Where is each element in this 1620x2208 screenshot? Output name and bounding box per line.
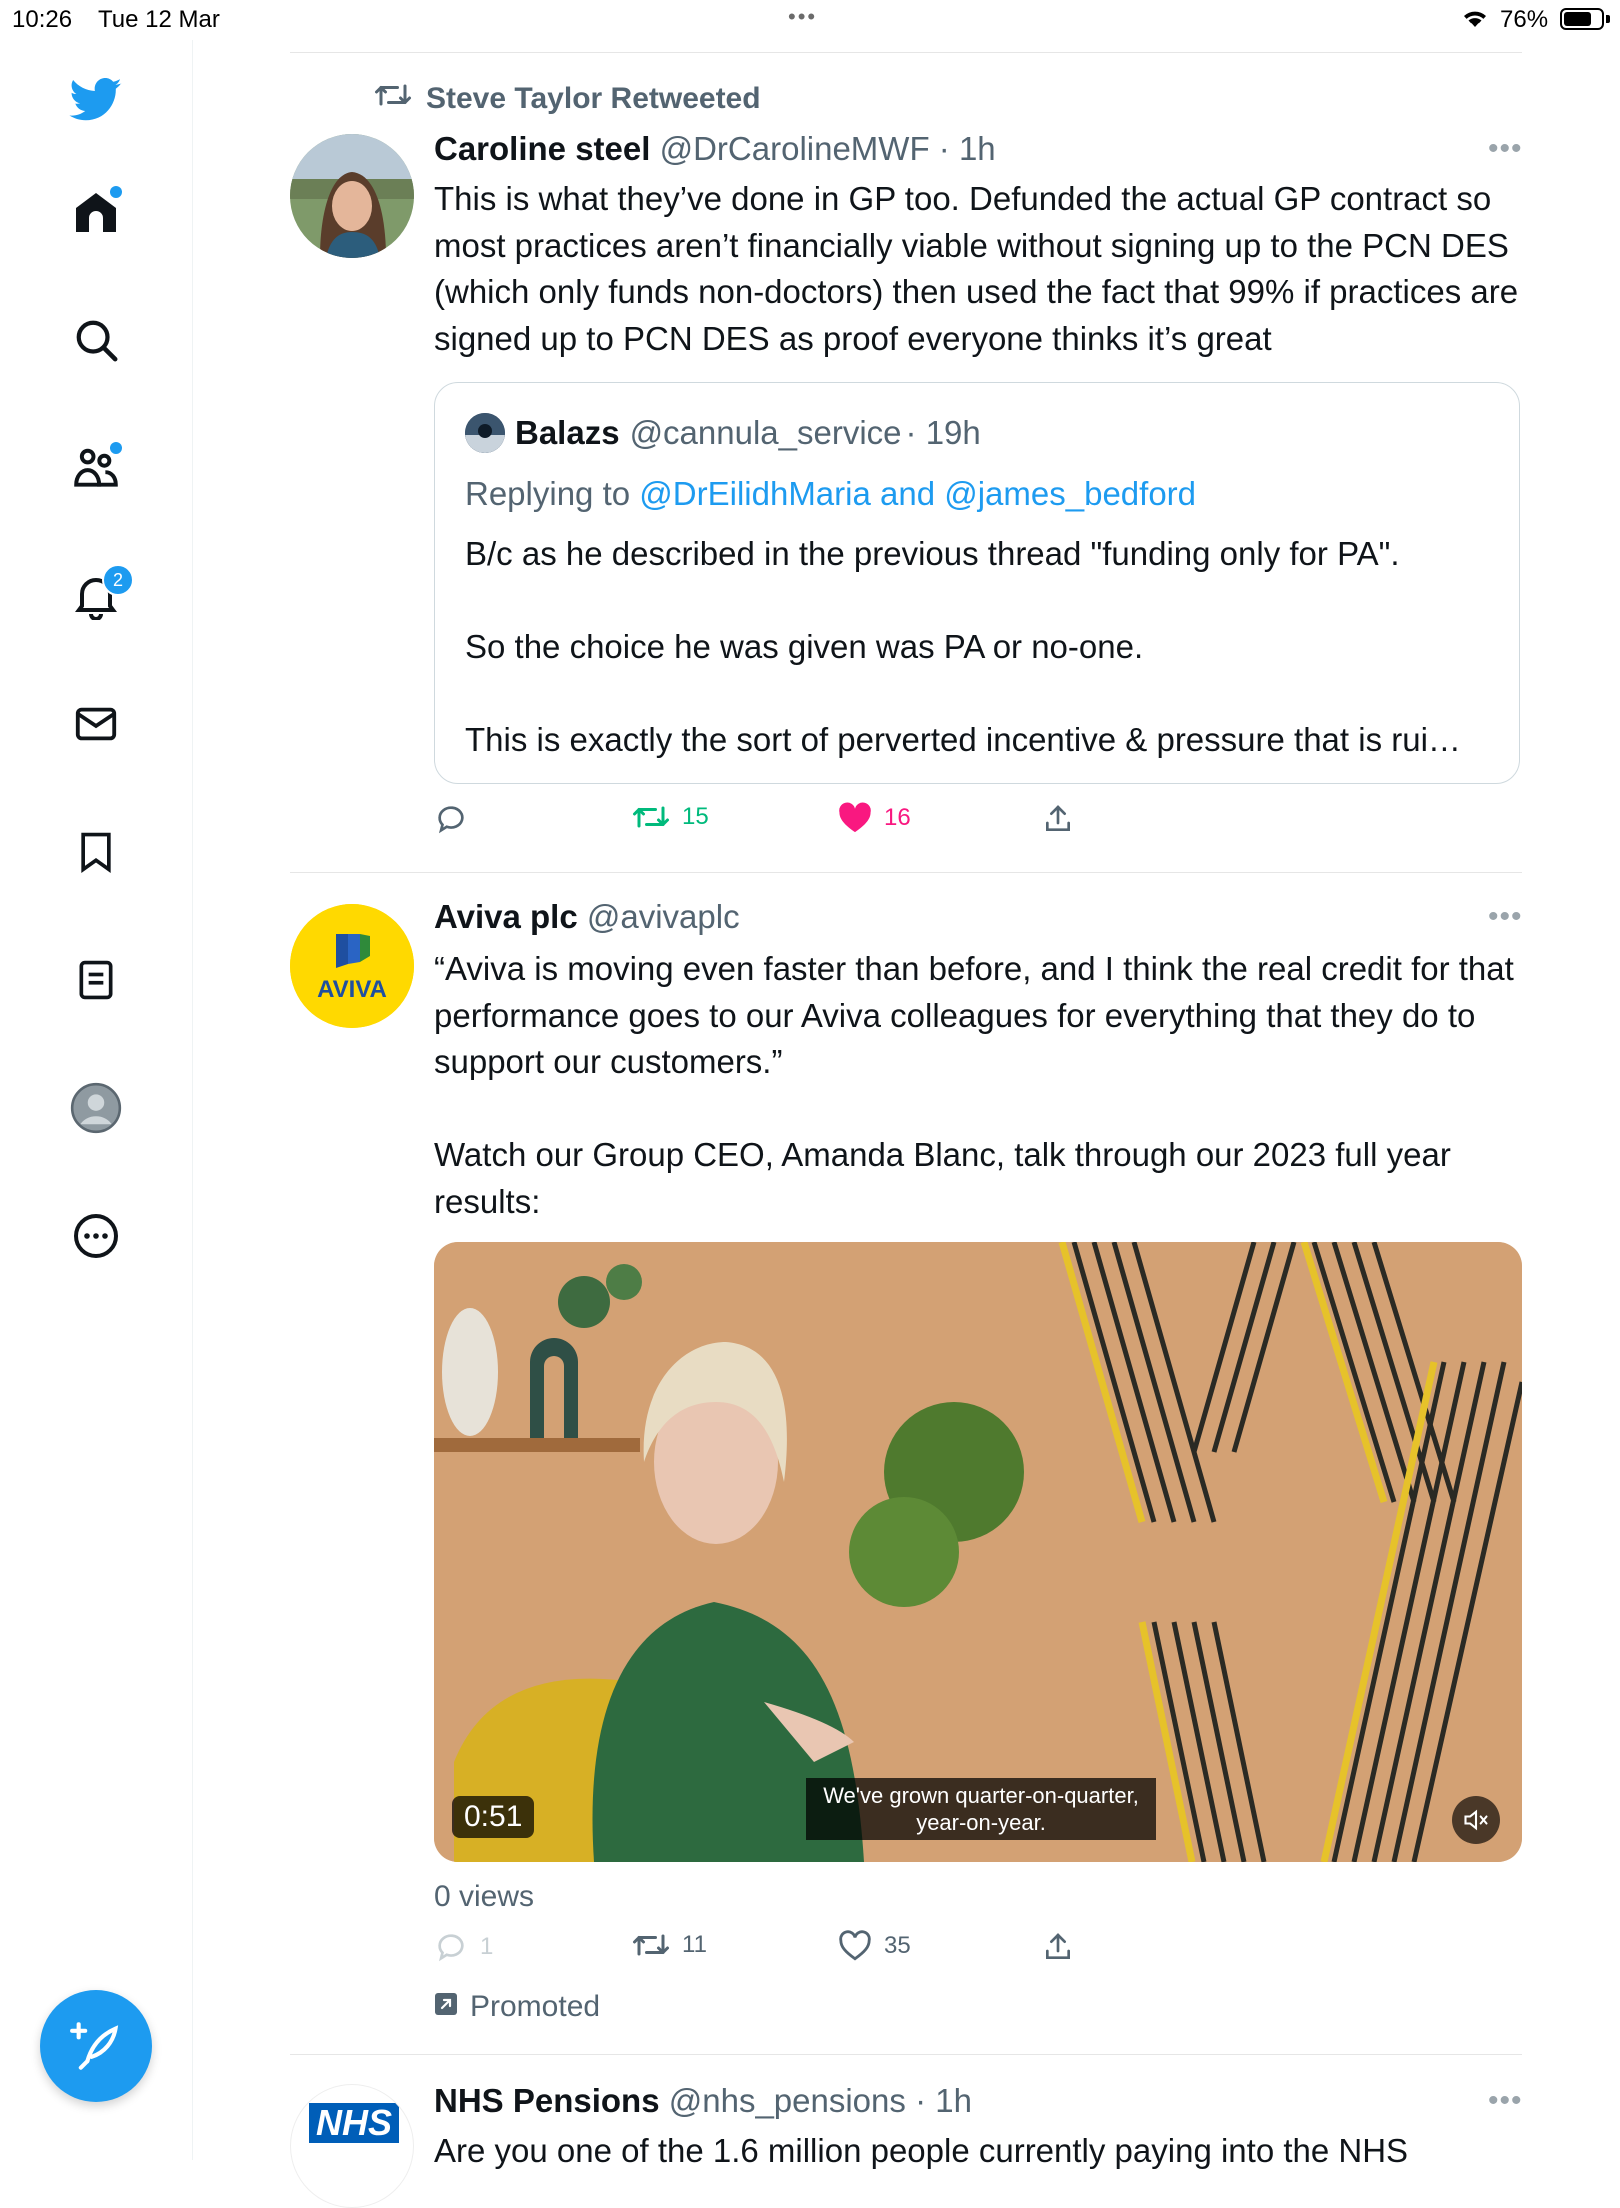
reply-button[interactable] xyxy=(434,802,468,836)
like-button[interactable]: 16 xyxy=(838,802,911,834)
retweet-button[interactable]: 15 xyxy=(632,802,709,832)
tweet-divider xyxy=(290,872,1522,873)
promoted-icon xyxy=(434,1990,458,2024)
more-options-icon[interactable]: ••• xyxy=(1488,900,1523,934)
retweet-count: 11 xyxy=(682,1931,707,1958)
list-icon[interactable] xyxy=(66,950,126,1010)
quoted-author-name: Balazs xyxy=(515,414,620,451)
sidebar: 2 xyxy=(0,40,193,2160)
retweet-context[interactable]: Steve Taylor Retweeted xyxy=(374,80,761,118)
home-icon[interactable] xyxy=(66,182,126,242)
caroline-avatar[interactable] xyxy=(290,134,414,258)
quoted-tweet[interactable]: Balazs @cannula_service · 19h Replying t… xyxy=(434,382,1520,784)
profile-avatar-icon[interactable] xyxy=(66,1078,126,1138)
promoted-text: Promoted xyxy=(470,1990,601,2023)
tweet-time[interactable]: · 1h xyxy=(915,2082,972,2119)
bell-icon[interactable]: 2 xyxy=(66,564,134,626)
multitasking-dots-icon[interactable]: ••• xyxy=(788,4,817,30)
balazs-avatar[interactable] xyxy=(465,413,505,453)
bookmark-icon[interactable] xyxy=(66,822,126,882)
retweet-button[interactable]: 11 xyxy=(632,1930,707,1960)
compose-tweet-button[interactable] xyxy=(40,1990,152,2102)
tweet-header: Caroline steel @DrCarolineMWF · 1h xyxy=(434,130,996,168)
replying-to-prefix: Replying to xyxy=(465,475,631,512)
like-button[interactable]: 35 xyxy=(838,1930,911,1962)
share-button[interactable] xyxy=(1042,1930,1074,1964)
like-count: 16 xyxy=(884,804,911,831)
reply-button[interactable]: 1 xyxy=(434,1930,493,1964)
quoted-tweet-header: Balazs @cannula_service · 19h xyxy=(465,413,981,453)
battery-percent: 76% xyxy=(1500,6,1549,33)
video-player[interactable]: 0:51 We've grown quarter-on-quarter, yea… xyxy=(434,1242,1522,1862)
author-name[interactable]: Aviva plc xyxy=(434,898,578,935)
aviva-avatar[interactable]: AVIVA xyxy=(290,904,414,1028)
tweet-header: NHS Pensions @nhs_pensions · 1h xyxy=(434,2082,972,2120)
tweet-actions: 15 16 xyxy=(434,802,1134,846)
quoted-author-handle: @cannula_service xyxy=(629,414,902,451)
communities-new-dot xyxy=(110,442,122,454)
status-date: Tue 12 Mar xyxy=(98,6,220,33)
battery-tip xyxy=(1606,15,1610,23)
search-icon[interactable] xyxy=(66,310,126,370)
author-name[interactable]: NHS Pensions xyxy=(434,2082,660,2119)
retweeted-by-label: Steve Taylor Retweeted xyxy=(426,82,761,115)
status-time: 10:26 xyxy=(12,6,73,33)
author-handle[interactable]: @DrCarolineMWF xyxy=(660,130,930,167)
nhs-avatar[interactable]: NHS xyxy=(290,2084,414,2208)
promoted-label[interactable]: Promoted xyxy=(434,1990,600,2024)
video-views: 0 views xyxy=(434,1880,535,1913)
like-count: 35 xyxy=(884,1932,911,1959)
feed-top-divider xyxy=(290,52,1522,53)
tweet-body: This is what they’ve done in GP too. Def… xyxy=(434,180,1519,357)
notification-badge: 2 xyxy=(102,564,134,596)
home-new-dot xyxy=(110,186,122,198)
quoted-tweet-time: · 19h xyxy=(905,414,981,451)
author-handle[interactable]: @avivaplc xyxy=(587,898,740,935)
video-caption: We've grown quarter-on-quarter, year-on-… xyxy=(806,1778,1156,1840)
status-bar: 10:26 Tue 12 Mar ••• 76% xyxy=(0,0,1620,40)
tweet-header: Aviva plc @avivaplc xyxy=(434,898,740,936)
more-options-icon[interactable]: ••• xyxy=(1488,132,1523,166)
tweet-divider xyxy=(290,2054,1522,2055)
more-options-icon[interactable]: ••• xyxy=(1488,2084,1523,2118)
quoted-tweet-body: B/c as he described in the previous thre… xyxy=(465,535,1461,758)
communities-icon[interactable] xyxy=(66,438,126,498)
reply-count: 1 xyxy=(480,1933,494,1960)
replying-to-handles[interactable]: @DrEilidhMaria and @james_bedford xyxy=(639,475,1196,512)
author-handle[interactable]: @nhs_pensions xyxy=(669,2082,906,2119)
tweet-body: “Aviva is moving even faster than before… xyxy=(434,950,1514,1220)
author-name[interactable]: Caroline steel xyxy=(434,130,650,167)
tweet-actions: 1 11 35 xyxy=(434,1930,1134,1974)
twitter-logo-icon[interactable] xyxy=(66,70,126,130)
video-frame xyxy=(434,1242,1522,1862)
mail-icon[interactable] xyxy=(66,694,126,754)
aviva-logo-text: AVIVA xyxy=(317,976,387,1003)
share-button[interactable] xyxy=(1042,802,1074,836)
mute-icon[interactable] xyxy=(1452,1796,1500,1844)
video-duration: 0:51 xyxy=(452,1796,535,1838)
wifi-icon xyxy=(1460,6,1490,37)
nhs-logo: NHS xyxy=(309,2103,399,2143)
tweet-time[interactable]: · 1h xyxy=(939,130,996,167)
retweet-icon xyxy=(374,80,412,118)
tweet-body: Are you one of the 1.6 million people cu… xyxy=(434,2132,1409,2169)
replying-to: Replying to @DrEilidhMaria and @james_be… xyxy=(465,475,1196,513)
more-circle-icon[interactable] xyxy=(66,1206,126,1266)
retweet-count: 15 xyxy=(682,803,709,830)
battery-icon xyxy=(1560,8,1604,30)
